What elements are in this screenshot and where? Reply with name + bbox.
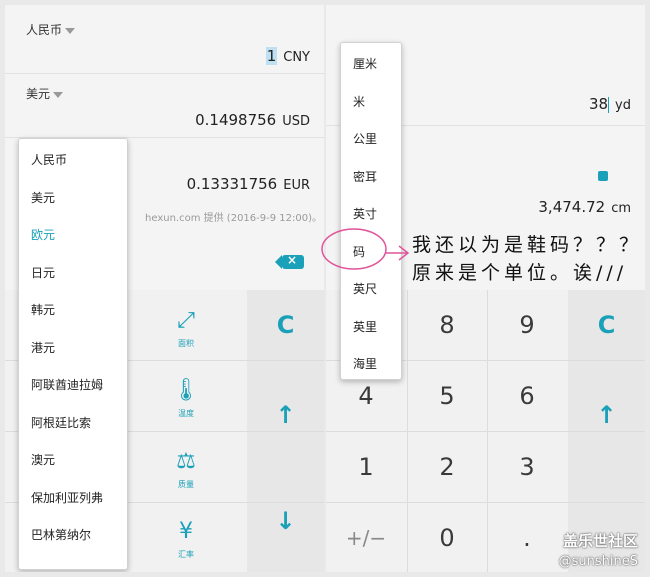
watermark-user: @sunshineS (558, 554, 638, 569)
annotation-line-1: 我还以为是鞋码？？？ (412, 234, 643, 256)
arrow-icon (386, 245, 410, 261)
highlight-circle (321, 228, 387, 270)
annotation-line-2: 原来是个单位。诶/// (412, 262, 628, 284)
annotation-overlay (321, 228, 410, 270)
watermark-logo: 盖乐世社区 (562, 532, 638, 550)
